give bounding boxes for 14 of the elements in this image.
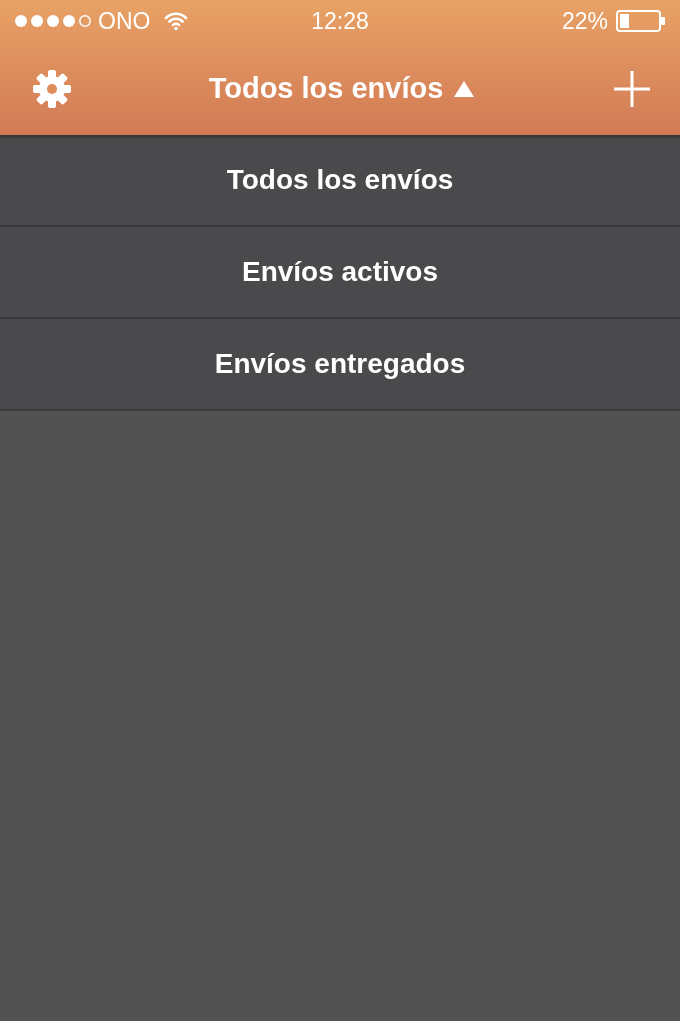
- wifi-icon: [164, 11, 189, 31]
- clock-time: 12:28: [311, 7, 369, 35]
- menu-item[interactable]: Envíos entregados: [0, 319, 680, 411]
- settings-button[interactable]: [32, 68, 72, 109]
- caret-icon: [453, 79, 476, 98]
- carrier-name: ONO: [98, 7, 151, 35]
- battery-percent: 22%: [561, 7, 608, 35]
- plus-icon: [612, 68, 652, 109]
- settings-icon: [32, 68, 72, 109]
- signal-icon: [14, 14, 92, 28]
- battery-icon: [616, 10, 666, 32]
- menu-item[interactable]: Todos los envíos: [0, 135, 680, 227]
- menu-item[interactable]: Envíos activos: [0, 227, 680, 319]
- add-button[interactable]: [612, 68, 652, 109]
